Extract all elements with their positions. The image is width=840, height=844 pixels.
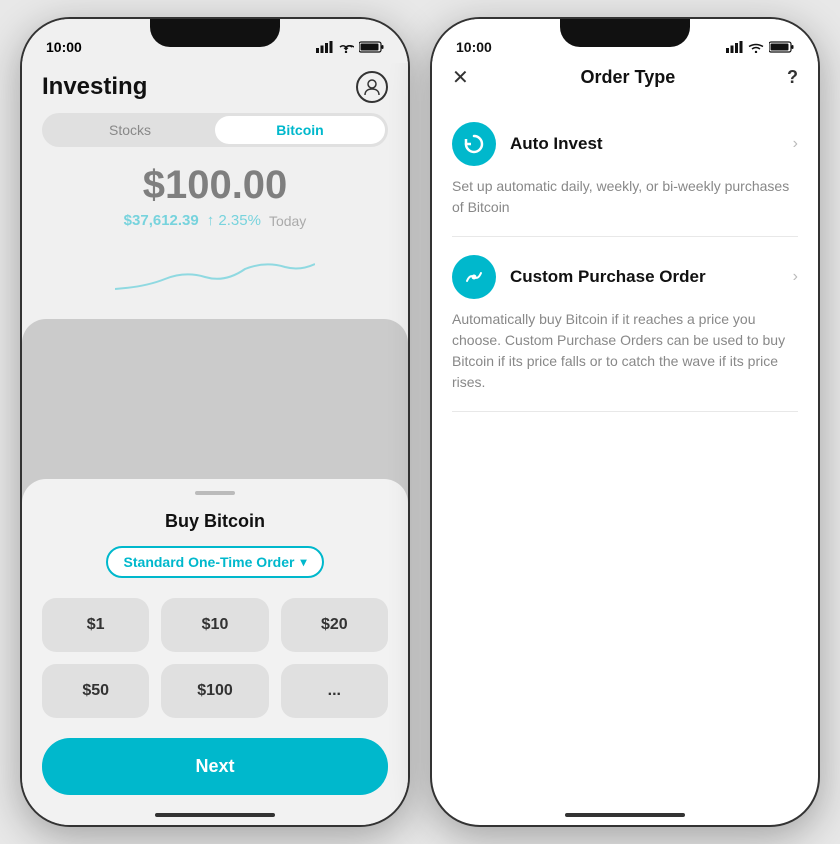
notch [150,19,280,47]
custom-purchase-chevron: › [793,268,798,286]
auto-invest-title: Auto Invest [510,134,603,154]
auto-invest-chevron: › [793,135,798,153]
period-label: Today [269,213,306,229]
right-time: 10:00 [456,39,492,55]
auto-invest-left: Auto Invest [452,122,603,166]
custom-purchase-left: Custom Purchase Order [452,255,706,299]
chevron-down-icon: ▾ [300,555,306,569]
price-section: $100.00 $37,612.39 ↑ 2.35% Today [22,163,408,249]
left-header: Investing [22,63,408,113]
left-home-indicator [155,813,275,817]
auto-invest-option[interactable]: Auto Invest › Set up automatic daily, we… [452,104,798,237]
auto-invest-header: Auto Invest › [452,122,798,166]
wifi-icon [338,41,354,53]
custom-purchase-desc: Automatically buy Bitcoin if it reaches … [452,309,798,393]
order-type-badge[interactable]: Standard One-Time Order ▾ [106,546,325,578]
order-type-page-title: Order Type [581,67,676,88]
amount-btn-50[interactable]: $50 [42,664,149,718]
drag-handle [195,491,235,495]
signal-icon [316,41,333,53]
auto-invest-desc: Set up automatic daily, weekly, or bi-we… [452,176,798,218]
battery-icon [359,41,384,53]
next-button[interactable]: Next [42,738,388,795]
right-header: ✕ Order Type ? [432,63,818,104]
left-phone: 10:00 Investing [20,17,410,827]
tab-bitcoin[interactable]: Bitcoin [215,116,385,144]
right-notch [560,19,690,47]
investing-title: Investing [42,73,147,101]
right-signal-icon [726,41,743,53]
main-price: $100.00 [42,163,388,208]
tab-stocks[interactable]: Stocks [45,116,215,144]
custom-purchase-title: Custom Purchase Order [510,267,706,287]
chart-placeholder [22,249,408,309]
custom-purchase-option[interactable]: Custom Purchase Order › Automatically bu… [452,237,798,412]
btc-price: $37,612.39 [124,212,199,229]
right-home-indicator [565,813,685,817]
amount-btn-10[interactable]: $10 [161,598,268,652]
profile-icon[interactable] [356,71,388,103]
right-battery-icon [769,41,794,53]
order-type-label: Standard One-Time Order [124,554,295,570]
close-button[interactable]: ✕ [452,68,469,88]
price-sub: $37,612.39 ↑ 2.35% Today [42,212,388,229]
amount-grid: $1 $10 $20 $50 $100 ... [42,598,388,718]
modal-sheet: Buy Bitcoin Standard One-Time Order ▾ $1… [22,479,408,825]
help-button[interactable]: ? [787,67,798,88]
auto-invest-icon [452,122,496,166]
right-status-icons [726,41,794,53]
left-status-icons [316,41,384,53]
change-pct: ↑ 2.35% [207,212,261,229]
right-wifi-icon [748,41,764,53]
amount-btn-20[interactable]: $20 [281,598,388,652]
custom-purchase-icon [452,255,496,299]
left-time: 10:00 [46,39,82,55]
custom-purchase-header: Custom Purchase Order › [452,255,798,299]
amount-btn-more[interactable]: ... [281,664,388,718]
amount-btn-100[interactable]: $100 [161,664,268,718]
tabs-row: Stocks Bitcoin [42,113,388,147]
modal-title: Buy Bitcoin [42,511,388,532]
amount-btn-1[interactable]: $1 [42,598,149,652]
order-type-list: Auto Invest › Set up automatic daily, we… [432,104,818,412]
order-type-selector[interactable]: Standard One-Time Order ▾ [42,546,388,578]
right-phone: 10:00 ✕ Order Type ? [430,17,820,827]
